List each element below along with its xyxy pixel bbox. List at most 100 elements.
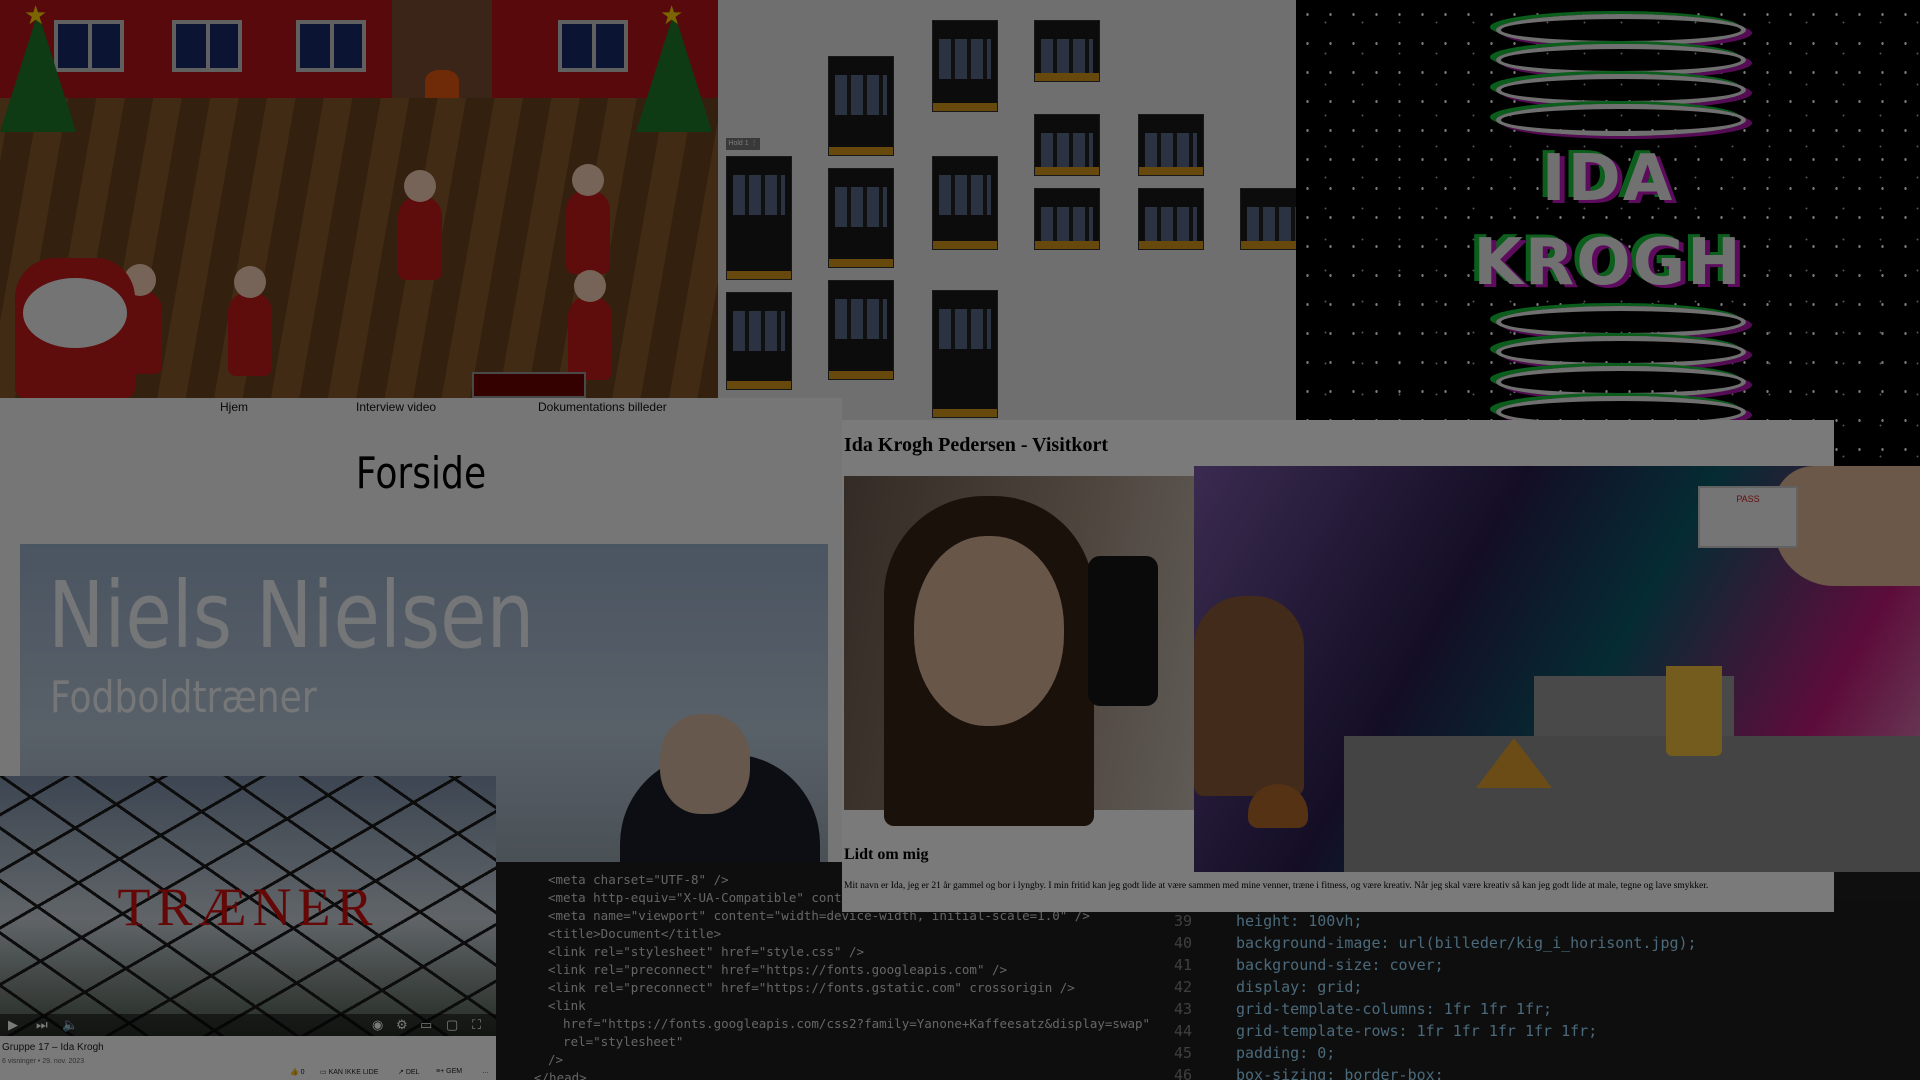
video-frame[interactable]: TRÆNER ▶ ⏭ 🔈 ◉ ⚙ ▭ ▢ ⛶ (0, 776, 496, 1036)
elf-character[interactable] (568, 270, 612, 380)
wireframe-label: Hold 1 ⋮ (726, 138, 760, 150)
game-window (172, 20, 242, 72)
share-label: DEL (405, 1069, 420, 1076)
page-title: Forside (355, 448, 487, 499)
game-progress-bar (472, 372, 586, 398)
hero-name: Niels Nielsen (48, 562, 535, 669)
comment-icon: ▭ (320, 1069, 327, 1076)
code-line: background-image: url(billeder/kig_i_hor… (1236, 934, 1697, 952)
santa-character (15, 258, 135, 398)
glitch-title-line1: IDA (1541, 142, 1675, 216)
glitch-wave (1496, 74, 1746, 106)
share-icon: ↗ (398, 1069, 404, 1076)
line-number: 43 (1173, 1000, 1192, 1018)
code-line: </head> (534, 1070, 587, 1080)
glitch-title-artwork: IDA KROGH (1296, 0, 1920, 468)
code-line: height: 100vh; (1236, 912, 1363, 930)
dislike-label: KAN IKKE LIDE (328, 1069, 379, 1076)
christmas-game-screenshot: ★ ★ (0, 0, 718, 398)
festival-pass-card: PASS (1698, 486, 1798, 548)
code-line: grid-template-columns: 1fr 1fr 1fr; (1236, 1000, 1553, 1018)
line-number: 44 (1173, 1022, 1192, 1040)
code-line: <link rel="preconnect" href="https://fon… (548, 980, 1075, 995)
visitkort-title: Ida Krogh Pedersen - Visitkort (844, 434, 1109, 456)
code-editor-css: 39 height: 100vh; 40 background-image: u… (1160, 900, 1920, 1080)
wireframe-frame (1034, 114, 1100, 176)
code-line: display: grid; (1236, 978, 1363, 996)
share-button[interactable]: ↗ DEL (398, 1068, 419, 1076)
miniplayer-icon[interactable]: ▭ (420, 1017, 432, 1033)
settings-icon[interactable]: ⚙ (396, 1017, 408, 1033)
glitch-wave (1496, 336, 1746, 368)
wireframe-board: Hold 1 ⋮ (718, 0, 1296, 420)
thumbs-up-icon: 👍 (290, 1069, 299, 1076)
line-number: 41 (1173, 956, 1192, 974)
hero-role: Fodboldtræner (50, 672, 317, 723)
wireframe-frame (828, 280, 894, 380)
video-player: TRÆNER ▶ ⏭ 🔈 ◉ ⚙ ▭ ▢ ⛶ Gruppe 17 – Ida K… (0, 776, 496, 1080)
code-line: box-sizing: border-box; (1236, 1066, 1444, 1080)
glitch-wave (1496, 306, 1746, 338)
code-line: background-size: cover; (1236, 956, 1444, 974)
code-line: /> (548, 1052, 564, 1067)
wireframe-frame (726, 292, 792, 390)
nav-link-interview[interactable]: Interview video (356, 400, 436, 414)
nav-link-home[interactable]: Hjem (220, 400, 248, 414)
cocktail-glass (1666, 666, 1722, 756)
wireframe-frame (1034, 20, 1100, 82)
video-overlay-title: TRÆNER (117, 877, 379, 937)
glitch-wave (1496, 366, 1746, 398)
fullscreen-icon[interactable]: ⛶ (472, 1017, 481, 1033)
dislike-button[interactable]: ▭ KAN IKKE LIDE (320, 1068, 378, 1076)
hero-person-head (660, 714, 750, 814)
phone-in-photo (1088, 556, 1158, 706)
code-line: <title>Document</title> (548, 926, 722, 941)
elf-character[interactable] (566, 164, 610, 274)
line-number: 42 (1173, 978, 1192, 996)
wireframe-frame (1138, 188, 1204, 250)
wireframe-frame (1138, 114, 1204, 176)
volume-icon[interactable]: 🔈 (62, 1017, 78, 1033)
save-label: GEM (446, 1068, 463, 1075)
code-line: <link rel="stylesheet" href="style.css" … (548, 944, 865, 959)
add-icon: ≡+ (436, 1068, 445, 1075)
like-button[interactable]: 👍 0 (290, 1068, 305, 1076)
next-icon[interactable]: ⏭ (36, 1017, 48, 1033)
glitch-wave (1496, 44, 1746, 76)
wireframe-frame (932, 20, 998, 112)
code-line: padding: 0; (1236, 1044, 1336, 1062)
wireframe-frame (828, 168, 894, 268)
elf-character[interactable] (398, 170, 442, 280)
about-text: Mit navn er Ida, jeg er 21 år gammel og … (844, 881, 1709, 891)
elf-character[interactable] (228, 266, 272, 376)
video-title[interactable]: Gruppe 17 – Ida Krogh (2, 1042, 104, 1053)
wireframe-frame (828, 56, 894, 156)
play-icon[interactable]: ▶ (8, 1017, 18, 1033)
game-window (558, 20, 628, 72)
glitch-wave (1496, 104, 1746, 136)
line-number: 39 (1173, 912, 1192, 930)
video-meta: 6 visninger • 29. nov. 2023 (2, 1058, 85, 1065)
code-line: <meta charset="UTF-8" /> (548, 872, 729, 887)
more-button[interactable]: … (482, 1068, 489, 1075)
glitch-wave (1496, 14, 1746, 46)
collage-building (1344, 736, 1920, 872)
code-line: rel="stylesheet" (548, 1034, 684, 1049)
game-fire (425, 70, 459, 98)
profile-photo (844, 476, 1194, 826)
code-line: <link rel="preconnect" href="https://fon… (548, 962, 1008, 977)
line-number: 45 (1173, 1044, 1192, 1062)
save-button[interactable]: ≡+ GEM (436, 1068, 462, 1075)
wireframe-frame (1240, 188, 1296, 250)
toggle-icon[interactable]: ◉ (372, 1017, 383, 1033)
festival-collage: PASS (1194, 466, 1920, 872)
tent-icon (1476, 738, 1552, 788)
nav-link-docs[interactable]: Dokumentations billeder (538, 400, 667, 414)
wireframe-frame (726, 156, 792, 280)
tree-star-icon: ★ (24, 0, 48, 30)
collage-person (1194, 596, 1304, 796)
line-number: 40 (1173, 934, 1192, 952)
tree-star-icon: ★ (660, 0, 684, 30)
cast-icon[interactable]: ▢ (446, 1017, 458, 1033)
video-controls: ▶ ⏭ 🔈 ◉ ⚙ ▭ ▢ ⛶ (0, 1014, 496, 1036)
